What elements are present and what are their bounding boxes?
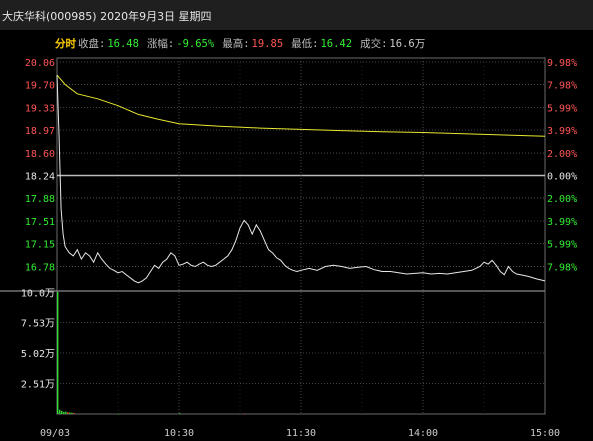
- intraday-chart[interactable]: 分时 收盘: 16.48 涨幅: -9.65% 最高: 19.85 最低: 16.42 成交: 16…: [0, 0, 593, 441]
- price-tick-label: 16.78: [25, 263, 55, 274]
- price-tick-label: 20.06: [25, 58, 55, 69]
- high-label: 最高:: [222, 37, 249, 50]
- info-mode: 分时: [55, 37, 76, 50]
- close-label: 收盘:: [78, 37, 105, 50]
- low-value: 16.42: [320, 38, 352, 50]
- price-tick-label: 17.51: [25, 217, 55, 228]
- volume-tick-label: 2.51万: [21, 380, 55, 391]
- volume-tick-label: 7.53万: [21, 319, 55, 330]
- pct-tick-label: 2.00%: [547, 194, 577, 205]
- pct-tick-label: 3.99%: [547, 217, 577, 228]
- volume-bar: [71, 412, 73, 414]
- pct-tick-label: 2.00%: [547, 149, 577, 160]
- volume-bar: [57, 292, 59, 414]
- low-label: 最低:: [291, 37, 318, 50]
- close-value: 16.48: [107, 38, 139, 50]
- time-tick-label: 11:30: [286, 428, 316, 439]
- volume-bar: [59, 409, 61, 414]
- volume-tick-label: 5.02万: [21, 349, 55, 360]
- pct-tick-label: 5.99%: [547, 239, 577, 250]
- high-value: 19.85: [252, 38, 284, 50]
- pct-tick-label: 5.99%: [547, 104, 577, 115]
- price-tick-label: 19.70: [25, 80, 55, 91]
- time-tick-label: 09/03: [40, 428, 70, 439]
- change-value: -9.65%: [176, 38, 215, 50]
- time-tick-label: 15:00: [530, 428, 560, 439]
- volume-bar: [244, 413, 246, 415]
- volume-bar: [61, 410, 63, 414]
- time-tick-label: 10:30: [164, 428, 194, 439]
- pct-tick-label: 3.99%: [547, 126, 577, 137]
- volume-bar: [179, 413, 181, 414]
- price-tick-label: 17.88: [25, 194, 55, 205]
- volume-bar: [65, 411, 67, 414]
- volume-tick-label: 10.0万: [21, 288, 55, 299]
- price-tick-label: 19.33: [25, 104, 55, 115]
- volume-bar: [69, 412, 71, 414]
- time-tick-label: 14:00: [408, 428, 438, 439]
- price-tick-label: 17.15: [25, 239, 55, 250]
- pct-tick-label: 0.00%: [547, 172, 577, 183]
- volume-label: 成交:: [360, 37, 387, 50]
- price-tick-label: 18.97: [25, 126, 55, 137]
- volume-bar: [73, 413, 75, 414]
- volume-bar: [67, 412, 69, 414]
- change-label: 涨幅:: [147, 37, 174, 50]
- pct-tick-label: 7.98%: [547, 80, 577, 91]
- pct-tick-label: 9.98%: [547, 58, 577, 69]
- chart-window: 大庆华科(000985) 2020年9月3日 星期四 分时 收盘: 16.48 涨幅:…: [0, 0, 593, 441]
- volume-bar: [63, 411, 65, 414]
- pct-tick-label: 7.98%: [547, 263, 577, 274]
- volume-value: 16.6万: [389, 38, 425, 50]
- price-tick-label: 18.24: [25, 172, 55, 183]
- volume-bar: [118, 413, 120, 415]
- price-tick-label: 18.60: [25, 149, 55, 160]
